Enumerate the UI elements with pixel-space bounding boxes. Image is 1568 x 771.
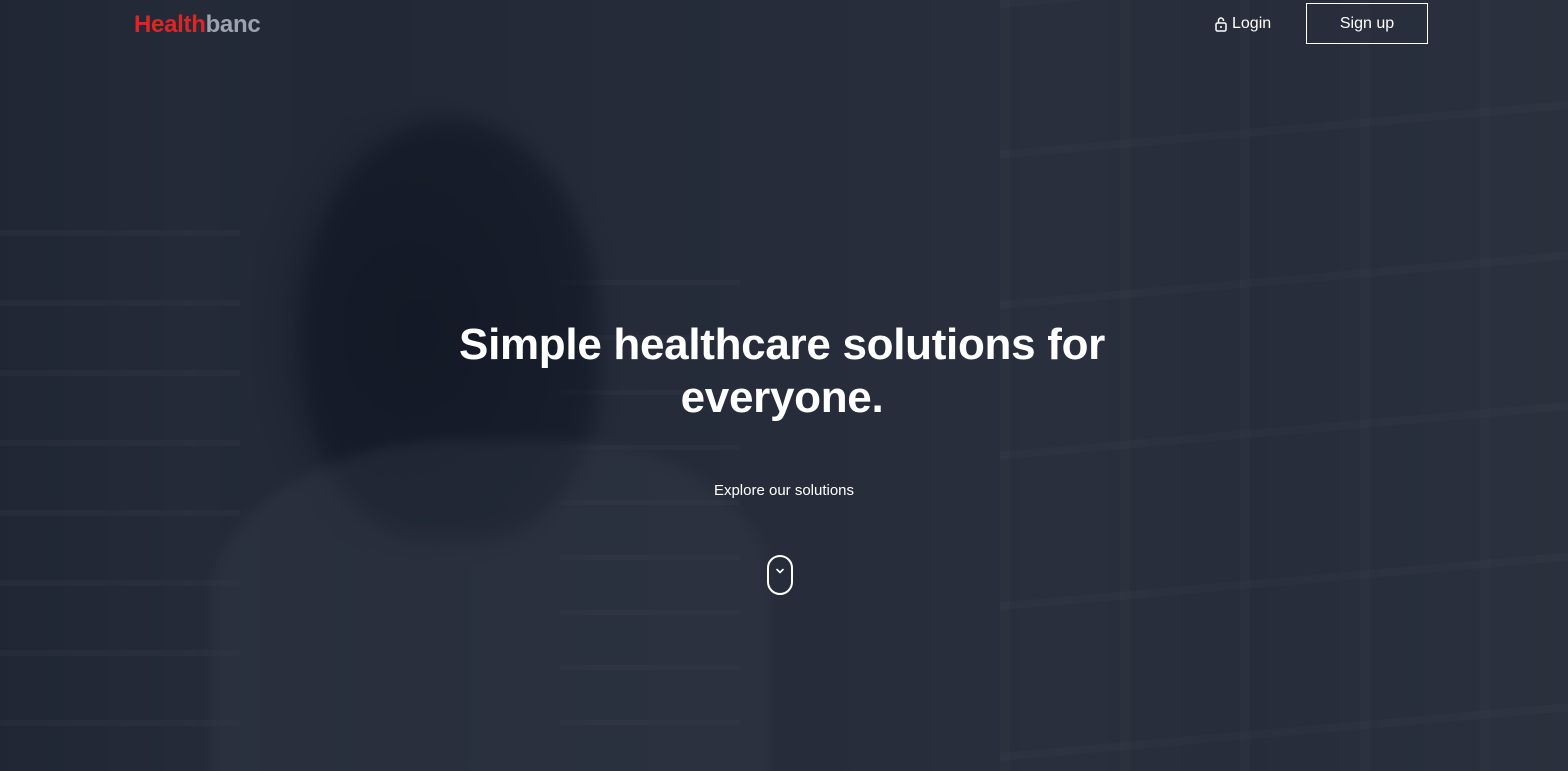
- hero-headline: Simple healthcare solutions for everyone…: [459, 320, 1105, 422]
- logo-text-banc: banc: [205, 11, 261, 38]
- hero-section: Healthbanc Login Sign up Simple healthca…: [0, 0, 1568, 771]
- signup-button[interactable]: Sign up: [1306, 3, 1428, 44]
- chevron-down-icon: [776, 568, 784, 574]
- brand-logo[interactable]: Healthbanc: [134, 11, 261, 39]
- scroll-down-button[interactable]: [767, 555, 793, 595]
- site-header: Healthbanc Login Sign up: [0, 0, 1568, 50]
- lock-icon: [1215, 17, 1227, 32]
- login-link[interactable]: Login: [1214, 15, 1271, 33]
- login-label: Login: [1232, 15, 1272, 32]
- explore-solutions-label: Explore our solutions: [713, 482, 855, 499]
- logo-text-health: Health: [134, 11, 206, 38]
